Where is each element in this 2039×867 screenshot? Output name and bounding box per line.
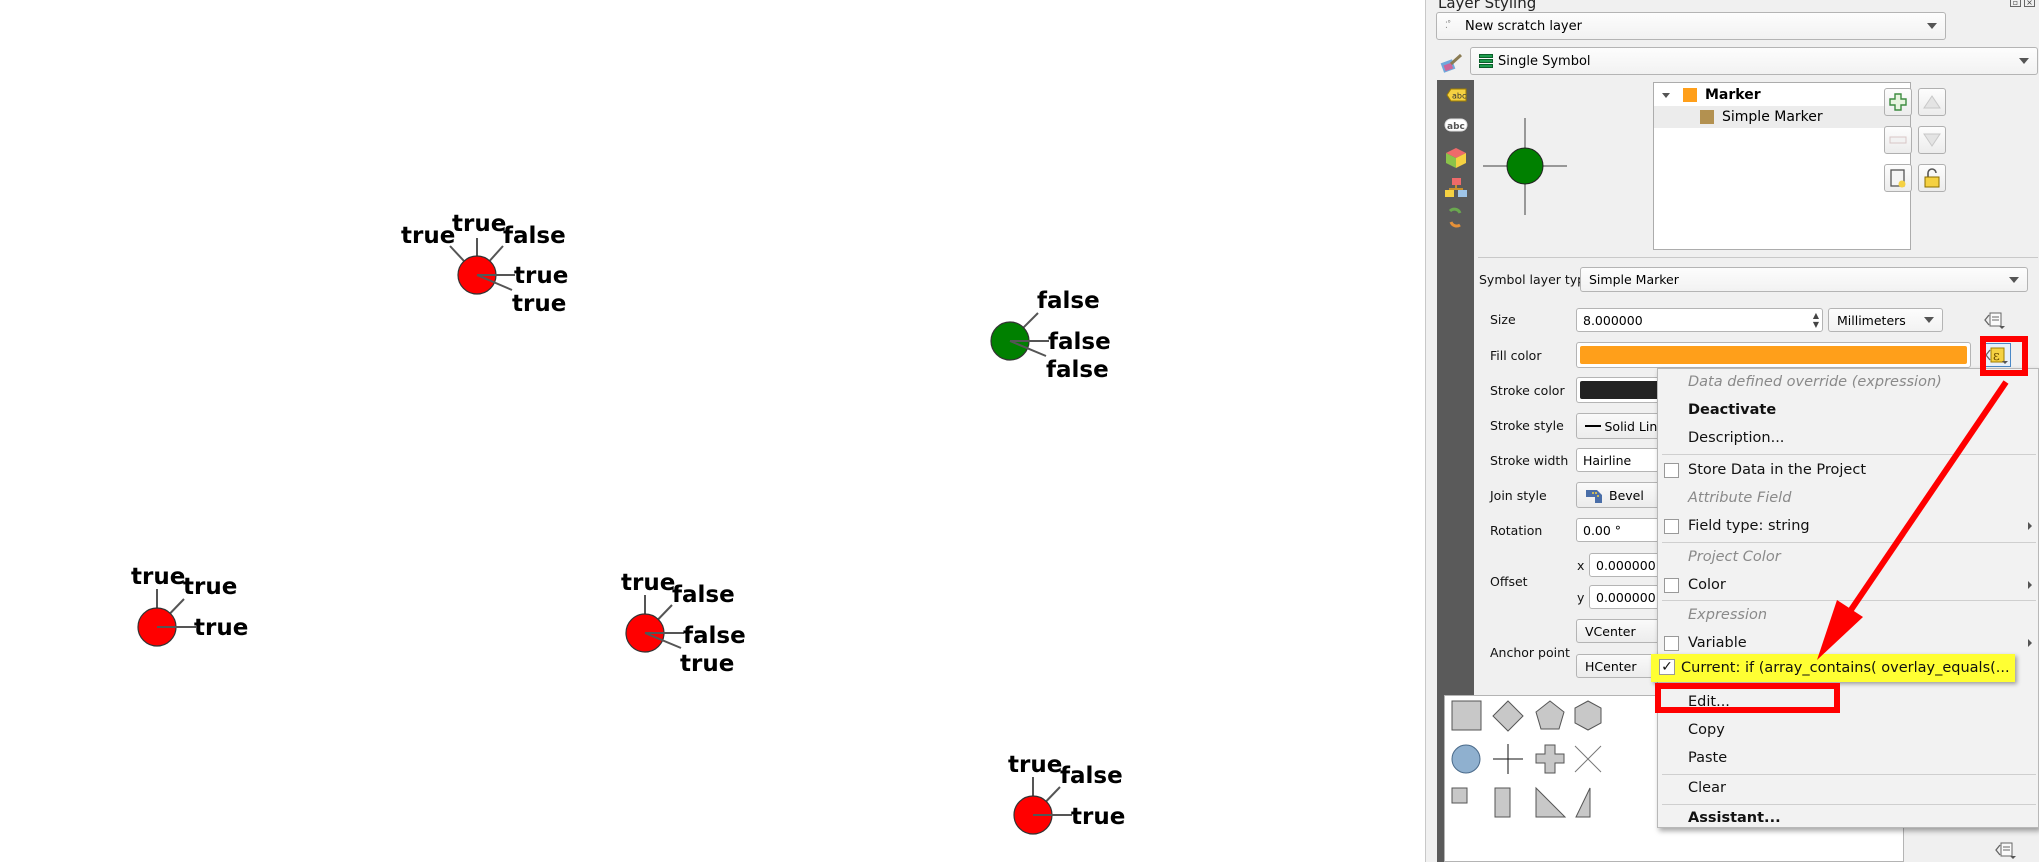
annotation-arrow-head (1817, 600, 1863, 660)
annotation-arrow-line (1837, 380, 2009, 628)
annotation-arrow (1817, 380, 2009, 660)
